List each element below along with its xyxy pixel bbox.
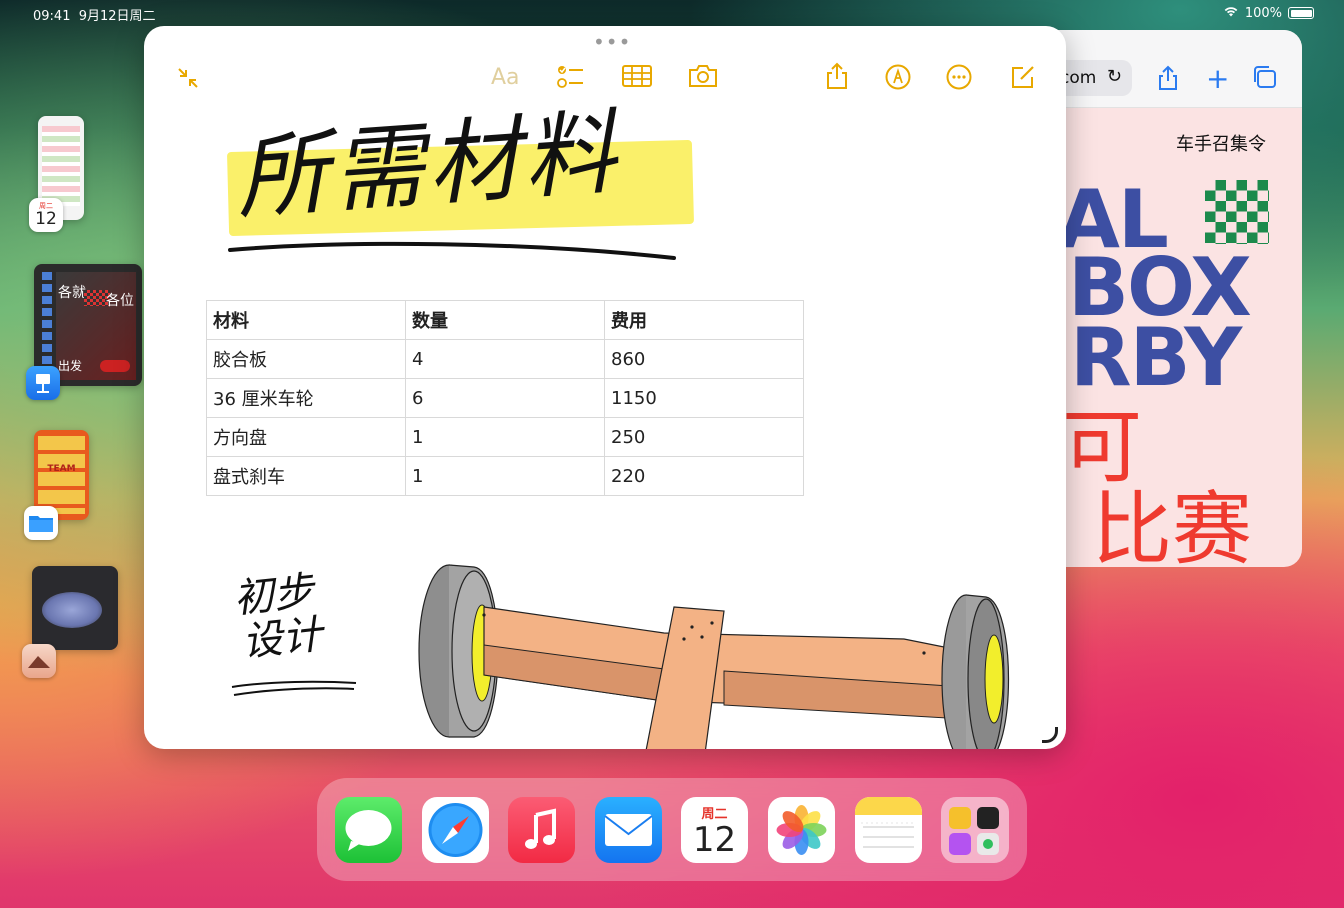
table-header-cell[interactable]: 材料 [206, 300, 406, 340]
cad-drawing[interactable]: 初步 设计 [164, 511, 1044, 749]
table-cell[interactable]: 方向盘 [206, 417, 406, 457]
dock-photos[interactable] [768, 797, 835, 863]
poster-line-3: RBY [1070, 311, 1242, 404]
pages-poster-preview: TEAM [38, 436, 85, 514]
wifi-icon [1223, 5, 1239, 21]
table-icon[interactable] [622, 64, 652, 88]
calendar-preview [42, 126, 80, 206]
photos-flower-icon [776, 805, 827, 855]
dock-messages[interactable] [335, 797, 402, 863]
folder-icon [29, 516, 53, 532]
table-cell[interactable]: 胶合板 [206, 339, 406, 379]
caption-underline [231, 680, 357, 696]
handwritten-title: 所需材料 [232, 98, 624, 233]
keynote-slide-preview: 各就 各位 出发 [56, 272, 136, 380]
camera-icon[interactable] [688, 64, 718, 88]
keynote-app-badge[interactable] [26, 366, 60, 400]
files-app-badge[interactable] [24, 506, 58, 540]
table-header-row: 材料 数量 费用 [206, 300, 804, 340]
table-cell[interactable]: 6 [405, 378, 605, 418]
shapr3d-app-badge[interactable] [22, 644, 56, 678]
battery-icon [1288, 7, 1314, 19]
checker-flag-graphic [1205, 180, 1269, 244]
tabs-overview-icon[interactable] [1252, 65, 1278, 95]
table-cell[interactable]: 250 [604, 417, 804, 457]
table-header-cell[interactable]: 费用 [604, 300, 804, 340]
poster-red-text-1: 可 [1062, 401, 1142, 494]
status-time-date: 09:41 9月12日周二 [33, 9, 156, 24]
table-row: 胶合板 4 860 [206, 339, 804, 379]
dock-calendar[interactable]: 周二 12 [681, 797, 748, 863]
notes-pad-icon [855, 797, 922, 848]
markup-pen-icon[interactable] [885, 64, 911, 90]
cad-car-preview [42, 592, 102, 628]
dock: 周二 12 [317, 778, 1027, 881]
dock-music[interactable] [508, 797, 575, 863]
table-cell[interactable]: 盘式刹车 [206, 456, 406, 496]
title-underline [228, 241, 676, 260]
checklist-icon[interactable] [556, 64, 584, 90]
table-row: 盘式刹车 1 220 [206, 456, 804, 496]
battery-percent: 100% [1244, 5, 1282, 21]
handwritten-caption: 初步 设计 [231, 568, 325, 666]
dock-app-library[interactable] [941, 797, 1009, 863]
ellipsis-circle-icon[interactable] [946, 64, 972, 90]
table-cell[interactable]: 36 厘米车轮 [206, 378, 406, 418]
messages-icon [345, 810, 392, 851]
axle-assembly-illustration [418, 564, 1009, 749]
table-cell[interactable]: 4 [405, 339, 605, 379]
materials-table[interactable]: 材料 数量 费用 胶合板 4 860 36 厘米车轮 6 1150 方向盘 1 … [206, 300, 804, 496]
race-car-graphic [100, 360, 130, 372]
format-text-button[interactable]: Aa [491, 67, 520, 89]
table-cell[interactable]: 1 [405, 456, 605, 496]
dock-mail[interactable] [595, 797, 662, 863]
table-cell[interactable]: 220 [604, 456, 804, 496]
dock-notes[interactable] [855, 797, 922, 863]
dock-safari[interactable] [422, 797, 489, 863]
poster-heading: 车手召集令 [1176, 134, 1266, 155]
resize-handle-icon[interactable] [1042, 727, 1058, 743]
music-note-icon [525, 808, 556, 849]
table-cell[interactable]: 1150 [604, 378, 804, 418]
stage-thumb-cad[interactable] [32, 566, 118, 650]
keynote-icon [36, 374, 50, 393]
compass-icon [428, 803, 483, 857]
envelope-icon [604, 814, 653, 846]
table-cell[interactable]: 860 [604, 339, 804, 379]
compose-icon[interactable] [1010, 64, 1036, 90]
status-bar: 09:41 9月12日周二 100% [0, 4, 1344, 24]
collapse-arrows-icon[interactable] [176, 66, 200, 90]
notes-window[interactable]: ••• Aa 所需材料 材料 数量 费用 胶合板 4 860 36 厘米车轮 6… [144, 26, 1066, 749]
calendar-app-badge[interactable]: 周二 12 [29, 198, 63, 232]
table-row: 方向盘 1 250 [206, 417, 804, 457]
mountain-icon [28, 656, 50, 668]
app-library-icon [949, 807, 999, 855]
table-cell[interactable]: 1 [405, 417, 605, 457]
keynote-slide-list [42, 272, 52, 372]
reload-icon[interactable]: ↻ [1107, 66, 1122, 87]
share-icon[interactable] [1156, 65, 1180, 97]
status-right: 100% [1223, 5, 1314, 21]
share-icon[interactable] [825, 62, 849, 90]
window-grabber-icon[interactable]: ••• [593, 30, 631, 54]
poster-red-text-2: 比赛 [1092, 483, 1252, 568]
new-tab-icon[interactable]: + [1206, 62, 1229, 95]
table-header-cell[interactable]: 数量 [405, 300, 605, 340]
table-row: 36 厘米车轮 6 1150 [206, 378, 804, 418]
